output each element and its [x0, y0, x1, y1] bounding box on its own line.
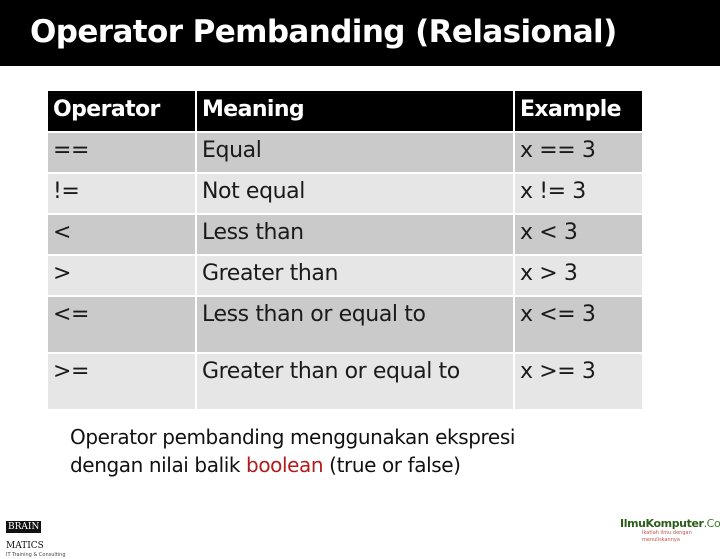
table-header-row: Operator Meaning Example: [48, 91, 642, 131]
logo-tagline: Ikatlah ilmu dengan menuliskannya: [642, 530, 692, 543]
meaning-cell: Less than or equal to: [197, 297, 513, 352]
meaning-cell: Equal: [197, 133, 513, 172]
header-operator: Operator: [48, 91, 195, 131]
operator-cell: <: [48, 215, 195, 254]
operator-cell: >: [48, 256, 195, 295]
header-meaning: Meaning: [197, 91, 513, 131]
table-row: > Greater than x > 3: [48, 256, 642, 295]
caption-line-1: Operator pembanding menggunakan ekspresi: [70, 425, 516, 449]
operator-cell: ==: [48, 133, 195, 172]
caption-line-2: dengan nilai balik boolean (true or fals…: [70, 451, 630, 479]
caption-text: Operator pembanding menggunakan ekspresi…: [70, 423, 630, 479]
operator-cell: >=: [48, 354, 195, 409]
example-cell: x > 3: [515, 256, 642, 295]
title-bar: Operator Pembanding (Relasional): [0, 0, 720, 66]
logo-subtitle: IT Training & Consulting: [6, 552, 66, 558]
meaning-cell: Greater than: [197, 256, 513, 295]
meaning-cell: Less than: [197, 215, 513, 254]
example-cell: x < 3: [515, 215, 642, 254]
header-example: Example: [515, 91, 642, 131]
logo-boxed-text: BRAIN: [6, 521, 42, 533]
example-cell: x <= 3: [515, 297, 642, 352]
table-row: <= Less than or equal to x <= 3: [48, 297, 642, 352]
brainmatics-logo: BRAIN MATICS IT Training & Consulting: [6, 514, 76, 558]
ilmukomputer-logo: IlmuKomputer.Com Ikatlah ilmu dengan men…: [620, 517, 720, 543]
table-row: < Less than x < 3: [48, 215, 642, 254]
example-cell: x != 3: [515, 174, 642, 213]
meaning-cell: Greater than or equal to: [197, 354, 513, 409]
example-cell: x >= 3: [515, 354, 642, 409]
meaning-cell: Not equal: [197, 174, 513, 213]
logo-rest-text: MATICS: [6, 541, 44, 551]
caption-prefix: dengan nilai balik: [70, 453, 247, 477]
logo-name: IlmuKomputer: [620, 517, 704, 530]
operator-cell: <=: [48, 297, 195, 352]
slide-title: Operator Pembanding (Relasional): [30, 14, 617, 50]
example-cell: x == 3: [515, 133, 642, 172]
logo-suffix: .Com: [703, 517, 720, 530]
boolean-highlight: boolean: [246, 453, 324, 477]
table-row: >= Greater than or equal to x >= 3: [48, 354, 642, 409]
operator-cell: !=: [48, 174, 195, 213]
caption-suffix: (true or false): [323, 453, 461, 477]
table-row: != Not equal x != 3: [48, 174, 642, 213]
table-row: == Equal x == 3: [48, 133, 642, 172]
